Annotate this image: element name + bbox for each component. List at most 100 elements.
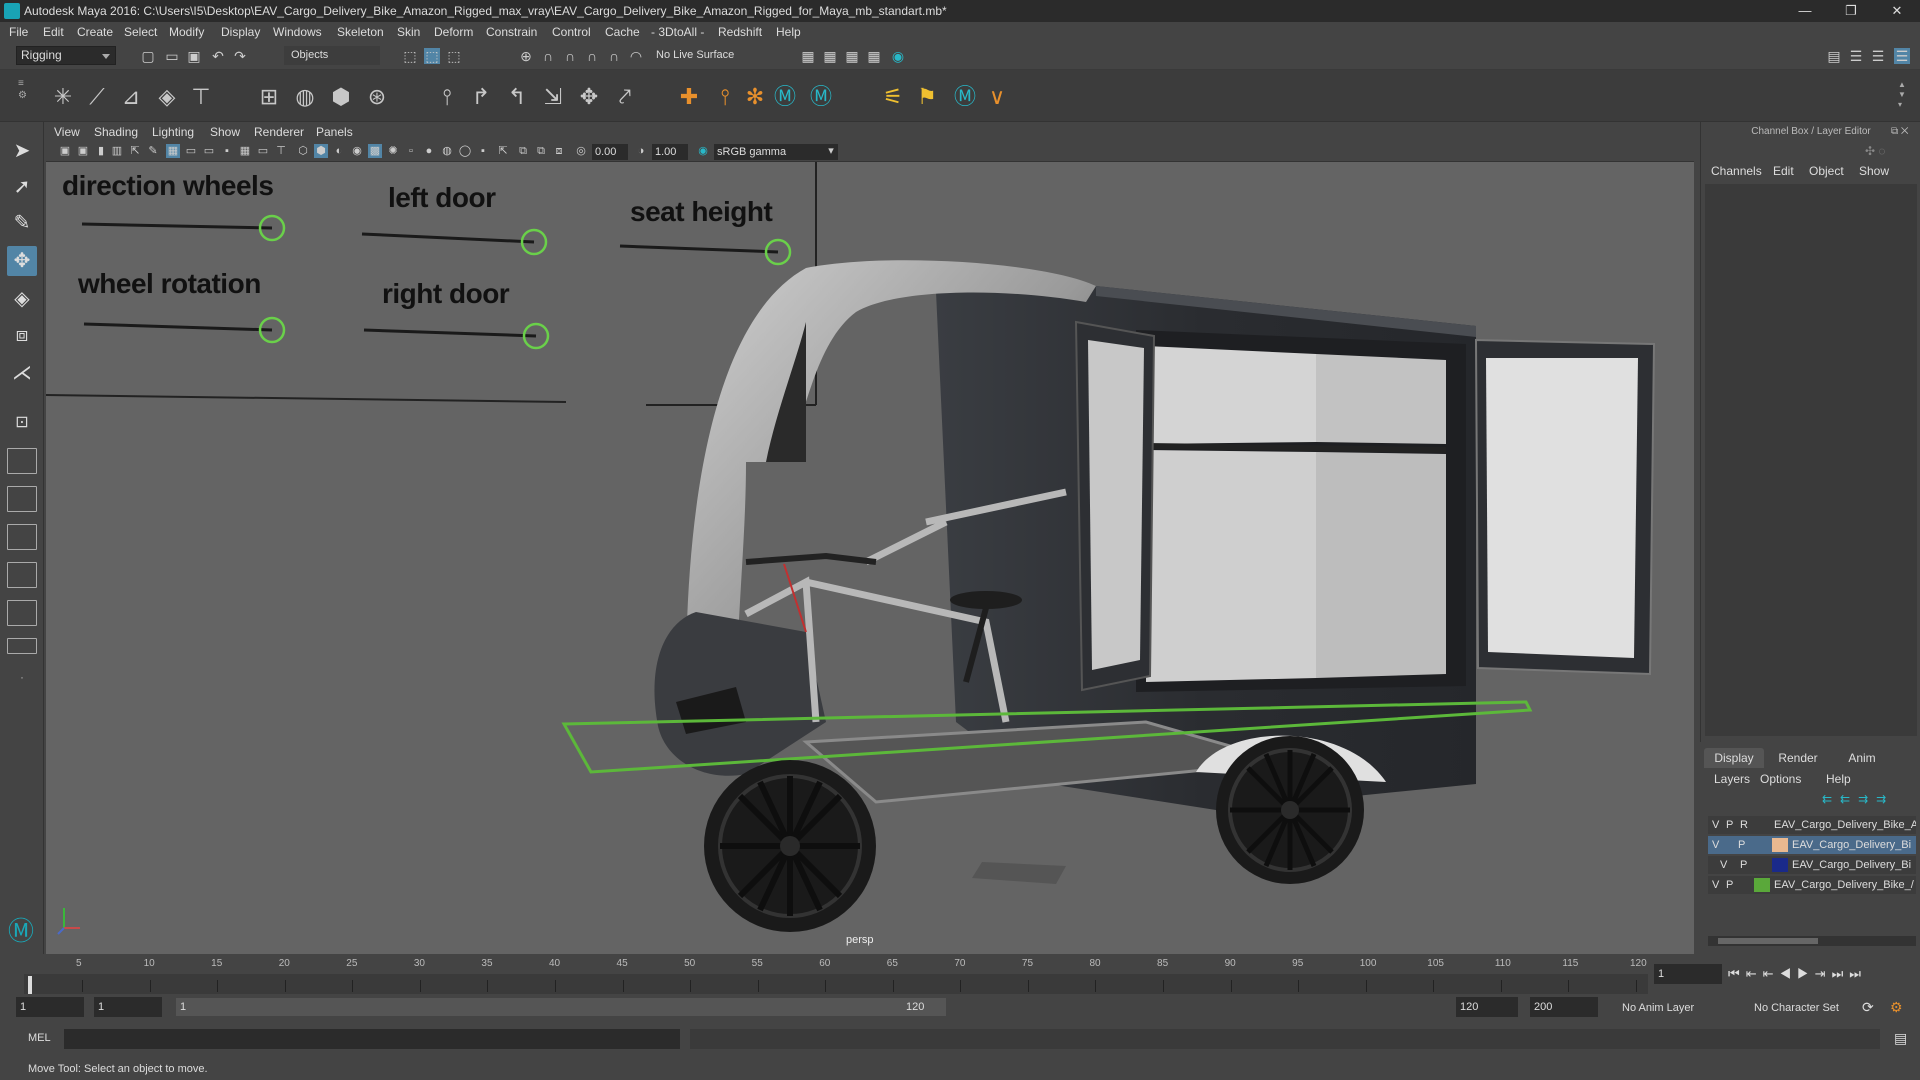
- open-scene-icon[interactable]: ▭: [164, 48, 180, 64]
- new-scene-icon[interactable]: ▢: [140, 48, 156, 64]
- menu-3dtoall[interactable]: - 3DtoAll -: [651, 22, 704, 42]
- rotate-tool-icon[interactable]: ◈: [7, 284, 37, 314]
- wrap-deformer-icon[interactable]: ⊛: [362, 82, 392, 112]
- menu-deform[interactable]: Deform: [434, 22, 473, 42]
- point-constraint-icon[interactable]: ⫯: [432, 82, 462, 112]
- menu-edit[interactable]: Edit: [43, 22, 64, 42]
- menu-file[interactable]: File: [9, 22, 28, 42]
- time-slider[interactable]: 5 10 15 20 25 30 35 40 45 50 55 60 65 70 75 80 85 90 95 100…: [0, 954, 1920, 994]
- menu-control[interactable]: Control: [552, 22, 591, 42]
- menu-redshift[interactable]: Redshift: [718, 22, 762, 42]
- shelf-scroll-icon[interactable]: ▲ ▼ ▾: [1898, 80, 1908, 112]
- lattice-icon[interactable]: ⬢: [326, 82, 356, 112]
- field-chart-icon[interactable]: ▦: [238, 144, 252, 158]
- playback-end-field[interactable]: 120: [1456, 997, 1518, 1017]
- layer-visibility-toggle[interactable]: V: [1712, 816, 1719, 834]
- skin-cluster-icon[interactable]: Ⓜ: [950, 82, 980, 112]
- viewport-scene[interactable]: direction wheels left door seat height w…: [46, 162, 1694, 954]
- layer-menu-options[interactable]: Options: [1760, 772, 1801, 786]
- animation-prefs-icon[interactable]: ⚙: [1890, 999, 1903, 1016]
- bike-seat[interactable]: [950, 591, 1022, 609]
- cb-menu-channels[interactable]: Channels: [1711, 164, 1762, 178]
- smooth-shade-icon[interactable]: ⬢: [314, 144, 328, 158]
- paint-weights-icon[interactable]: ◍: [290, 82, 320, 112]
- orient-constraint-icon[interactable]: ↰: [502, 82, 532, 112]
- layer-row[interactable]: V P EAV_Cargo_Delivery_Bi: [1708, 836, 1916, 854]
- layer-playback-toggle[interactable]: P: [1738, 836, 1745, 854]
- menu-windows[interactable]: Windows: [273, 22, 322, 42]
- bookmark-icon[interactable]: ▮: [94, 144, 108, 158]
- tab-anim[interactable]: Anim: [1832, 748, 1892, 768]
- exposure-field[interactable]: 0.00: [592, 144, 628, 160]
- human-ik-icon[interactable]: Ⓜ: [806, 82, 836, 112]
- anim-layer-dropdown[interactable]: No Anim Layer: [1622, 1002, 1694, 1014]
- channel-box-float-icon[interactable]: ⧉ ✕: [1891, 126, 1909, 137]
- snap-grid-icon[interactable]: ⊕: [518, 48, 534, 64]
- undo-icon[interactable]: ↶: [210, 48, 226, 64]
- menu-skeleton[interactable]: Skeleton: [337, 22, 384, 42]
- tab-display[interactable]: Display: [1704, 748, 1764, 768]
- layer-playback-toggle[interactable]: P: [1726, 876, 1733, 894]
- current-time-indicator[interactable]: [28, 976, 32, 994]
- exposure-icon[interactable]: ◎: [574, 144, 588, 158]
- depth-of-field-icon[interactable]: ▪: [476, 144, 490, 158]
- snap-point-icon[interactable]: ∩: [562, 48, 578, 64]
- vp-menu-show[interactable]: Show: [210, 122, 240, 142]
- use-default-material-icon[interactable]: ◉: [350, 144, 364, 158]
- textured-icon[interactable]: ▩: [368, 144, 382, 158]
- paint-select-icon[interactable]: ✎: [7, 208, 37, 238]
- safe-action-icon[interactable]: ▭: [256, 144, 270, 158]
- menu-help[interactable]: Help: [776, 22, 801, 42]
- image-plane-icon[interactable]: ▥: [110, 144, 124, 158]
- last-tool-icon[interactable]: ⋌: [7, 358, 37, 388]
- layer-playback-toggle[interactable]: P: [1726, 816, 1733, 834]
- channel-box-options-icon[interactable]: ✣ ◌: [1865, 144, 1886, 158]
- outliner-layout-icon[interactable]: [7, 562, 37, 588]
- lasso-tool-icon[interactable]: ➚: [7, 172, 37, 202]
- vp-menu-panels[interactable]: Panels: [316, 122, 353, 142]
- scale-constraint-icon[interactable]: ⇲: [538, 82, 568, 112]
- camera-attributes-icon[interactable]: ▣: [76, 144, 90, 158]
- menu-create[interactable]: Create: [77, 22, 113, 42]
- character-set-dropdown[interactable]: No Character Set: [1754, 1002, 1839, 1014]
- vp-menu-renderer[interactable]: Renderer: [254, 122, 304, 142]
- mel-label[interactable]: MEL: [28, 1032, 51, 1044]
- menu-display[interactable]: Display: [221, 22, 260, 42]
- channel-list[interactable]: [1705, 184, 1917, 736]
- single-pane-layout-icon[interactable]: [7, 448, 37, 474]
- locator-icon[interactable]: ✚: [674, 82, 704, 112]
- xray-icon[interactable]: ⧉: [516, 144, 530, 158]
- parent-constraint-icon[interactable]: ✥: [574, 82, 604, 112]
- wireframe-on-shaded-icon[interactable]: ◐: [332, 144, 346, 158]
- menu-modify[interactable]: Modify: [169, 22, 204, 42]
- hypershade-icon[interactable]: ◉: [890, 48, 906, 64]
- ik-spline-icon[interactable]: ⊿: [116, 82, 146, 112]
- mirror-joint-icon[interactable]: ⊤: [186, 82, 216, 112]
- cb-menu-edit[interactable]: Edit: [1773, 164, 1794, 178]
- front-wheel[interactable]: [704, 760, 876, 932]
- render-view-icon[interactable]: ▦: [800, 48, 816, 64]
- layer-menu-help[interactable]: Help: [1826, 772, 1851, 786]
- layer-scrollbar[interactable]: [1708, 936, 1916, 946]
- layer-visibility-toggle[interactable]: V: [1712, 876, 1719, 894]
- select-object-icon[interactable]: ⬚: [424, 48, 440, 64]
- insert-joint-icon[interactable]: ◈: [152, 82, 182, 112]
- make-live-icon[interactable]: ◠: [628, 48, 644, 64]
- quick-rig-icon[interactable]: Ⓜ: [770, 82, 800, 112]
- ik-handle-icon[interactable]: ⟋: [82, 82, 112, 112]
- move-tool-icon[interactable]: ✥: [7, 246, 37, 276]
- color-management-icon[interactable]: ◉: [696, 144, 710, 158]
- bind-skin-icon[interactable]: ⊞: [254, 82, 284, 112]
- graph-layout-icon[interactable]: [7, 600, 37, 626]
- auto-key-icon[interactable]: ⟳: [1862, 999, 1874, 1016]
- select-hierarchy-icon[interactable]: ⬚: [402, 48, 418, 64]
- time-slider-track[interactable]: [24, 974, 1648, 994]
- isolate-select-icon[interactable]: ⇱: [496, 144, 510, 158]
- gamma-field[interactable]: 1.00: [652, 144, 688, 160]
- resolution-gate-icon[interactable]: ▭: [202, 144, 216, 158]
- lights-icon[interactable]: ✺: [386, 144, 400, 158]
- 2d-pan-icon[interactable]: ⇱: [128, 144, 142, 158]
- snap-view-icon[interactable]: ∩: [584, 48, 600, 64]
- menu-skin[interactable]: Skin: [397, 22, 420, 42]
- grid-icon[interactable]: ▦: [166, 144, 180, 158]
